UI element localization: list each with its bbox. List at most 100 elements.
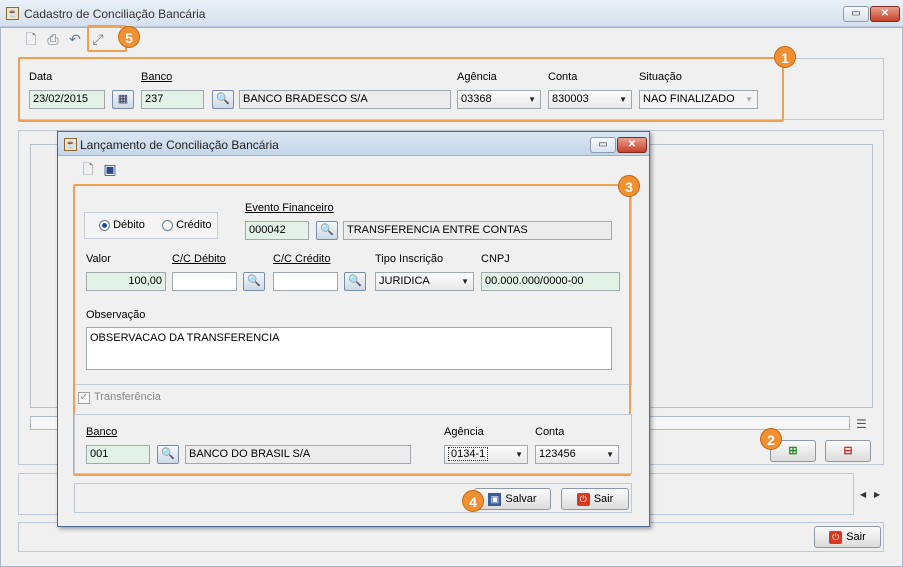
dialog-app-icon: ☕ [64,138,77,151]
dialog-sair-button[interactable]: ⏻ Sair [561,488,629,510]
data-field[interactable]: 23/02/2015 [29,90,105,109]
destino-banco-lookup-button[interactable]: 🔍 [157,445,179,464]
radio-checked-icon [99,219,110,231]
destino-conta-label: Conta [535,426,565,438]
evento-code-field[interactable]: 000042 [245,221,309,240]
badge-5: 5 [118,26,140,48]
agencia-value: 03368 [461,93,492,105]
main-window-title: Cadastro de Conciliação Bancária [24,7,206,21]
remove-page-icon: ⊟ [843,445,853,457]
scroll-left-icon[interactable]: ◀ [860,490,866,499]
banco-name-field: BANCO BRADESCO S/A [239,90,451,109]
search-icon: 🔍 [247,275,261,287]
destino-conta-select[interactable]: 123456 ▼ [535,445,619,464]
observacao-textarea[interactable]: OBSERVACAO DA TRANSFERENCIA [86,327,612,370]
checkmark-icon: ✓ [78,392,90,404]
scroll-right-icon[interactable]: ▶ [874,490,880,499]
save-icon: ▣ [488,492,502,506]
destino-banco-name-field: BANCO DO BRASIL S/A [185,445,411,464]
observacao-label: Observação [86,309,146,321]
destino-agencia-label: Agência [444,426,484,438]
destino-banco-label: Banco [86,426,118,438]
cc-debito-lookup-button[interactable]: 🔍 [243,272,265,291]
search-icon: 🔍 [320,224,334,236]
salvar-button[interactable]: ▣ Salvar [474,488,551,510]
close-button[interactable]: ✕ [870,6,900,22]
conta-value: 830003 [552,93,589,105]
restore-button[interactable]: ▭ [843,6,869,22]
calendar-button[interactable]: ▦ [112,90,134,109]
radio-unchecked-icon [162,219,173,231]
search-icon: 🔍 [216,93,230,105]
cc-credito-lookup-button[interactable]: 🔍 [344,272,366,291]
cnpj-label: CNPJ [481,253,510,265]
evento-lookup-button[interactable]: 🔍 [316,221,338,240]
banco-code-field[interactable]: 237 [141,90,204,109]
calendar-icon: ▦ [117,93,129,105]
power-icon: ⏻ [829,530,843,544]
dialog-save-icon[interactable]: ▣ [102,161,118,177]
evento-label: Evento Financeiro [245,202,334,214]
conta-select[interactable]: 830003 ▼ [548,90,632,109]
cc-debito-field[interactable] [172,272,237,291]
situacao-select: NAO FINALIZADO ▼ [639,90,758,109]
valor-label: Valor [86,253,111,265]
main-sair-label: Sair [846,531,866,543]
credito-label: Crédito [176,219,212,231]
situacao-label: Situação [639,71,682,83]
lancamento-dialog: ☕ Lançamento de Conciliação Bancária ▭ ✕… [57,131,650,527]
chevron-down-icon: ▼ [606,450,614,459]
badge-2: 2 [760,428,782,450]
chevron-down-icon: ▼ [461,277,469,286]
badge-1: 1 [774,46,796,68]
app-icon: ☕ [6,7,19,20]
main-sair-button[interactable]: ⏻ Sair [814,526,881,548]
wand-icon[interactable]: ⤢ [90,31,106,47]
cnpj-field[interactable]: 00.000.000/0000-00 [481,272,620,291]
valor-field[interactable]: 100,00 [86,272,166,291]
dialog-close-button[interactable]: ✕ [617,137,647,153]
dialog-sair-label: Sair [593,493,614,505]
cc-credito-field[interactable] [273,272,338,291]
transferencia-label: Transferência [94,391,161,403]
banco-lookup-button[interactable]: 🔍 [212,90,234,109]
search-icon: 🔍 [161,448,175,460]
print-icon[interactable]: ⎙ [45,31,61,47]
cc-debito-label: C/C Débito [172,253,226,265]
chevron-down-icon: ▼ [745,95,753,104]
data-label: Data [29,71,53,83]
chevron-down-icon: ▼ [515,450,523,459]
credito-radio[interactable]: Crédito [162,219,212,231]
cc-credito-label: C/C Crédito [273,253,331,265]
menu-lines-icon[interactable]: ☰ [856,417,867,431]
undo-icon[interactable]: ↶ [67,31,83,47]
dialog-new-icon[interactable]: 🗋 [80,161,96,177]
add-page-icon: ⊞ [788,445,798,457]
power-icon: ⏻ [576,492,590,506]
tipo-inscricao-label: Tipo Inscrição [375,253,444,265]
new-document-icon[interactable]: 🗋 [23,31,39,47]
badge-3: 3 [618,175,640,197]
destino-banco-code-field[interactable]: 001 [86,445,150,464]
tipo-inscricao-value: JURIDICA [379,275,430,287]
agencia-select[interactable]: 03368 ▼ [457,90,541,109]
remove-lancamento-button[interactable]: ⊟ [825,440,871,462]
dialog-destino-panel [74,414,632,474]
debito-radio[interactable]: Débito [99,219,145,231]
destino-agencia-select[interactable]: 0134-1 ▼ [444,445,528,464]
salvar-label: Salvar [505,493,537,505]
tipo-inscricao-select[interactable]: JURIDICA ▼ [375,272,474,291]
destino-conta-value: 123456 [539,448,576,460]
dialog-restore-button[interactable]: ▭ [590,137,616,153]
situacao-value: NAO FINALIZADO [643,93,735,105]
destino-agencia-value: 0134-1 [448,447,489,461]
banco-label: Banco [141,71,173,83]
agencia-label: Agência [457,71,497,83]
chevron-down-icon: ▼ [528,95,536,104]
chevron-down-icon: ▼ [619,95,627,104]
conta-label: Conta [548,71,578,83]
badge-4: 4 [462,490,484,512]
evento-name-field: TRANSFERENCIA ENTRE CONTAS [343,221,612,240]
dialog-title: Lançamento de Conciliação Bancária [80,138,279,152]
debito-label: Débito [113,219,145,231]
